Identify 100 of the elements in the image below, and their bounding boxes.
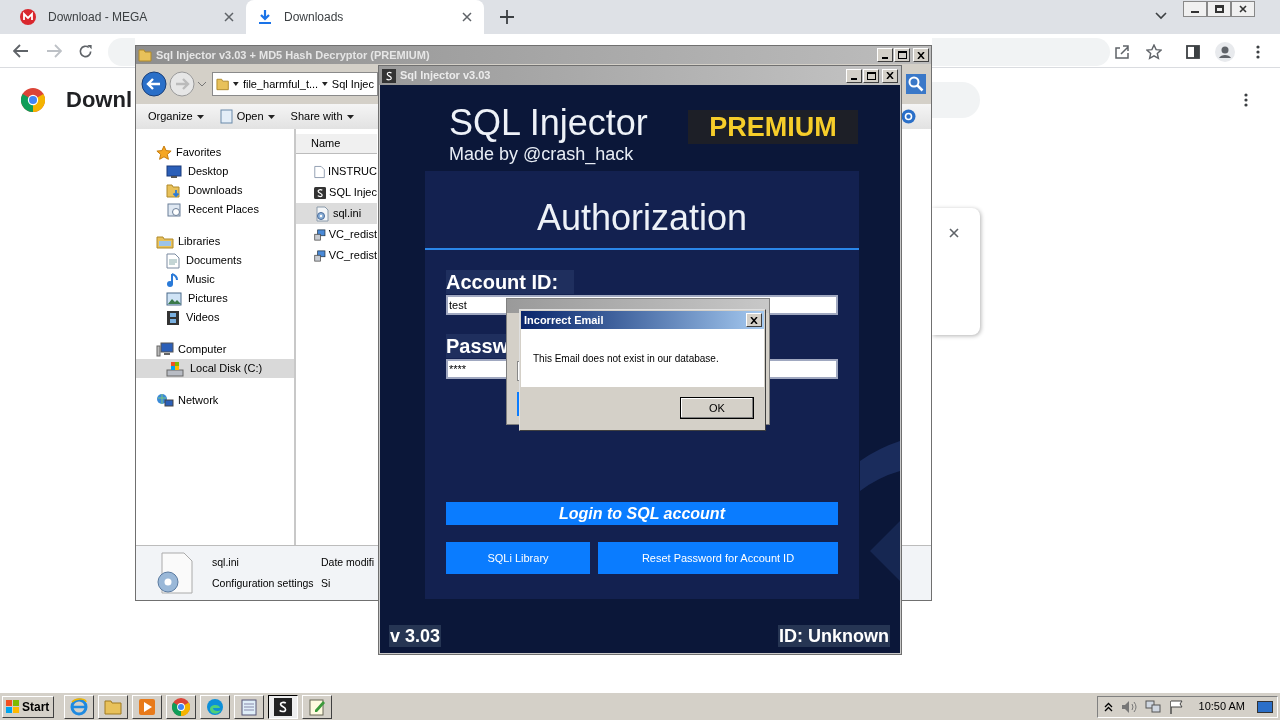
- menu-icon[interactable]: [1256, 45, 1260, 59]
- date-label: Date modifi: [321, 554, 375, 570]
- more-icon[interactable]: [1244, 93, 1248, 107]
- tab-title: Download - MEGA: [48, 9, 149, 26]
- restore-button[interactable]: [1207, 1, 1231, 17]
- folder-download-icon: [166, 182, 182, 199]
- installer-icon: [314, 226, 326, 243]
- start-button[interactable]: Start: [2, 695, 54, 718]
- caret-icon: [322, 82, 328, 86]
- toolbar-button[interactable]: Open: [217, 105, 277, 128]
- chevron-down-icon[interactable]: [1155, 12, 1167, 20]
- caret-icon: [233, 82, 239, 86]
- new-tab-icon[interactable]: [500, 10, 514, 24]
- speaker-icon[interactable]: [1120, 699, 1137, 714]
- network-icon: [156, 392, 174, 409]
- search-icon[interactable]: [906, 74, 926, 94]
- star-icon[interactable]: [1146, 44, 1162, 60]
- installer-icon: [314, 247, 326, 264]
- browser-tab[interactable]: Download - MEGA: [8, 0, 246, 34]
- computer-icon: [156, 341, 174, 358]
- nav-item[interactable]: Music: [136, 270, 294, 289]
- minimize-button[interactable]: [1183, 1, 1207, 17]
- browser-tab[interactable]: Downloads: [246, 0, 484, 34]
- library-button[interactable]: SQLi Library: [446, 542, 590, 574]
- window-title: Sql Injector v3.03: [400, 68, 492, 84]
- search-field[interactable]: [932, 82, 980, 118]
- chevron-up-icon[interactable]: [1103, 701, 1113, 712]
- reset-password-button[interactable]: Reset Password for Account ID: [598, 542, 838, 574]
- window-title: Sql Injector v3.03 + MD5 Hash Decryptor (PREMIUM): [156, 47, 431, 63]
- nav-item[interactable]: Favorites: [136, 143, 294, 162]
- close-icon: [886, 72, 894, 79]
- close-icon[interactable]: [224, 12, 234, 22]
- back-icon[interactable]: [141, 71, 167, 97]
- file-item[interactable]: sql.ini: [296, 203, 377, 224]
- wave-logo-icon: [206, 697, 224, 716]
- close-button[interactable]: [1231, 1, 1255, 17]
- maximize-button[interactable]: [894, 48, 910, 62]
- breadcrumb-item[interactable]: file_harmful_t...: [242, 75, 319, 93]
- reload-icon[interactable]: [78, 44, 93, 59]
- nav-item[interactable]: Libraries: [136, 232, 294, 251]
- browser-logo-icon: [172, 697, 190, 716]
- nav-item[interactable]: Local Disk (C:): [136, 359, 294, 378]
- show-desktop-icon[interactable]: [1257, 700, 1273, 713]
- breadcrumb-item[interactable]: Sql Injec: [331, 75, 374, 93]
- document-icon: [219, 109, 233, 124]
- document-icon: [314, 163, 326, 180]
- sidebar-icon[interactable]: [1186, 45, 1200, 59]
- nav-item[interactable]: Recent Places: [136, 200, 294, 219]
- folder-icon: [216, 77, 230, 91]
- star-icon: [156, 144, 172, 161]
- premium-badge: PREMIUM: [688, 110, 858, 144]
- edit-document-icon: [309, 697, 325, 716]
- profile-icon[interactable]: [1215, 42, 1235, 62]
- libraries-icon: [156, 233, 174, 250]
- close-icon: [1239, 5, 1247, 13]
- maximize-button[interactable]: [863, 68, 879, 83]
- network-icon[interactable]: [1144, 699, 1161, 714]
- column-header[interactable]: Name: [296, 134, 377, 154]
- drive-icon: [166, 360, 184, 377]
- app-name: SQL Injector: [449, 103, 649, 143]
- help-icon[interactable]: [901, 109, 916, 124]
- film-icon: [166, 309, 180, 326]
- nav-item[interactable]: Videos: [136, 308, 294, 327]
- nav-item[interactable]: Desktop: [136, 162, 294, 181]
- back-icon[interactable]: [13, 44, 29, 58]
- file-item[interactable]: VC_redist: [296, 224, 377, 245]
- ok-button[interactable]: OK: [680, 397, 754, 419]
- toolbar-button[interactable]: Share with: [288, 105, 356, 128]
- id-label: ID: Unknown: [778, 625, 890, 647]
- notepad-icon: [241, 697, 257, 716]
- toolbar-button[interactable]: Organize: [146, 105, 206, 128]
- clock[interactable]: 10:50 AM: [1198, 698, 1245, 715]
- flag-icon[interactable]: [1168, 699, 1185, 714]
- file-item[interactable]: VC_redist: [296, 245, 377, 266]
- logo-icon: [20, 9, 36, 25]
- file-item[interactable]: INSTRUC: [296, 161, 377, 182]
- file-item[interactable]: SQL Injec: [296, 182, 377, 203]
- share-icon[interactable]: [1114, 44, 1130, 60]
- nav-item[interactable]: Documents: [136, 251, 294, 270]
- folder-icon: [138, 48, 152, 62]
- login-button[interactable]: Login to SQL account: [446, 502, 838, 525]
- close-icon[interactable]: [462, 12, 472, 22]
- nav-item[interactable]: Computer: [136, 340, 294, 359]
- address-bar[interactable]: file_harmful_t... Sql Injec: [212, 72, 378, 96]
- file-type: Configuration settings: [212, 575, 315, 591]
- nav-item[interactable]: Pictures: [136, 289, 294, 308]
- picture-icon: [166, 291, 182, 306]
- music-note-icon: [166, 271, 180, 288]
- panel-heading: Authorization: [535, 196, 749, 240]
- dropdown-icon[interactable]: [197, 81, 207, 87]
- file-name: sql.ini: [212, 554, 240, 570]
- page-title: Downl: [66, 86, 132, 114]
- nav-item[interactable]: Network: [136, 391, 294, 410]
- field-label: Account ID:: [446, 270, 574, 294]
- recent-places-icon: [166, 201, 182, 218]
- nav-item[interactable]: Downloads: [136, 181, 294, 200]
- download-icon: [258, 9, 272, 25]
- close-icon[interactable]: [949, 228, 959, 238]
- close-icon: [750, 316, 758, 324]
- taskbar-button[interactable]: [268, 694, 298, 719]
